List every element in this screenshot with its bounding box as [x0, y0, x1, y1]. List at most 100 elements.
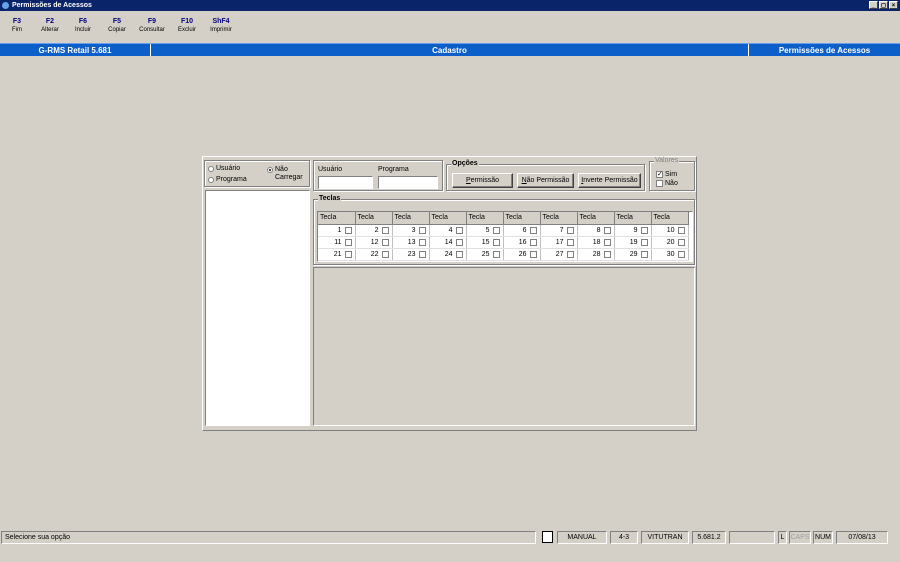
tecla-cell: 27 — [540, 248, 578, 261]
fkey-label: Alterar — [41, 27, 59, 33]
fkey-key: F10 — [180, 18, 194, 25]
fkey-key: ShF4 — [212, 18, 230, 25]
fkey-key: F6 — [78, 18, 88, 25]
tecla-checkbox[interactable] — [381, 238, 389, 246]
tecla-checkbox[interactable] — [455, 226, 463, 234]
status-mode: MANUAL — [557, 531, 607, 544]
radio-programa[interactable]: Programa — [208, 176, 247, 184]
tecla-cell: 29 — [614, 248, 652, 261]
tecla-checkbox[interactable] — [566, 250, 574, 258]
inverte-permissao-button[interactable]: Inverte Permissão — [578, 173, 641, 188]
tecla-checkbox[interactable] — [381, 250, 389, 258]
tecla-checkbox[interactable] — [455, 250, 463, 258]
tecla-checkbox[interactable] — [418, 226, 426, 234]
tecla-number: 18 — [592, 238, 601, 246]
tecla-number: 23 — [407, 250, 416, 258]
nao-checkbox[interactable]: Não — [656, 180, 678, 188]
status-date: 07/08/13 — [836, 531, 888, 544]
tecla-number: 20 — [666, 238, 675, 246]
left-list[interactable] — [205, 190, 310, 426]
tecla-checkbox[interactable] — [603, 238, 611, 246]
sim-checkbox[interactable]: ✓ Sim — [656, 171, 677, 179]
tecla-column-header: Tecla — [577, 212, 615, 225]
fkey-copiar-button[interactable]: F5 Copiar — [100, 17, 134, 35]
status-user: VITUTRAN — [641, 531, 689, 544]
fkey-consultar-button[interactable]: F9 Consultar — [134, 17, 170, 35]
nao-permissao-button[interactable]: Não Permissão — [517, 173, 574, 188]
tecla-checkbox[interactable] — [344, 238, 352, 246]
status-message: Selecione sua opção — [1, 531, 536, 544]
tecla-checkbox[interactable] — [640, 250, 648, 258]
tecla-cell: 21 — [318, 248, 356, 261]
teclas-group: Teclas Tecla Tecla Tecla Tecla Tecla Tecla Tec… — [313, 195, 695, 265]
tecla-checkbox[interactable] — [492, 226, 500, 234]
permissao-button[interactable]: Permissão — [452, 173, 513, 188]
radio-usuario[interactable]: Usuário — [208, 165, 240, 173]
tecla-checkbox[interactable] — [344, 226, 352, 234]
tecla-checkbox[interactable] — [529, 226, 537, 234]
opcoes-title: Opções — [451, 160, 479, 167]
tecla-cell: 6 — [503, 224, 541, 237]
status-version: 5.681.2 — [692, 531, 726, 544]
status-bar: Selecione sua opção MANUAL 4-3 VITUTRAN … — [0, 530, 900, 545]
tecla-column-header: Tecla — [651, 212, 689, 225]
minimize-button[interactable]: _ — [869, 1, 878, 9]
nao-label: Não — [665, 180, 678, 187]
tecla-checkbox[interactable] — [492, 238, 500, 246]
maximize-button[interactable]: ◻ — [879, 1, 888, 9]
table-row: 1 2 3 4 5 6 7 8 9 10 — [318, 224, 689, 237]
content-area — [313, 267, 695, 426]
tecla-number: 9 — [633, 226, 638, 234]
tecla-number: 19 — [629, 238, 638, 246]
tecla-checkbox[interactable] — [381, 226, 389, 234]
tecla-checkbox[interactable] — [566, 238, 574, 246]
tecla-checkbox[interactable] — [529, 238, 537, 246]
tecla-column-header: Tecla — [540, 212, 578, 225]
tecla-number: 10 — [666, 226, 675, 234]
tecla-checkbox[interactable] — [566, 226, 574, 234]
status-num: NUM — [813, 531, 833, 544]
programa-label: Programa — [378, 166, 409, 173]
tecla-cell: 26 — [503, 248, 541, 261]
filter-group: Usuário Programa — [313, 160, 443, 191]
section-name: Cadastro — [432, 46, 467, 55]
fkey-label: Imprimir — [210, 27, 232, 33]
tecla-checkbox[interactable] — [677, 238, 685, 246]
tecla-number: 29 — [629, 250, 638, 258]
tecla-number: 25 — [481, 250, 490, 258]
tecla-checkbox[interactable] — [603, 250, 611, 258]
tecla-checkbox[interactable] — [418, 238, 426, 246]
status-code: 4-3 — [610, 531, 638, 544]
radio-nao-carregar[interactable]: Não Carregar — [267, 166, 307, 182]
tecla-cell: 25 — [466, 248, 504, 261]
tecla-checkbox[interactable] — [603, 226, 611, 234]
usuario-input[interactable] — [318, 176, 373, 189]
tecla-checkbox[interactable] — [529, 250, 537, 258]
tecla-column-header: Tecla — [318, 212, 356, 225]
function-key-toolbar: F3 Fim F2 Alterar F6 Incluir F5 Copiar F… — [0, 17, 238, 35]
fkey-alterar-button[interactable]: F2 Alterar — [34, 17, 66, 35]
fkey-incluir-button[interactable]: F6 Incluir — [66, 17, 100, 35]
tecla-checkbox[interactable] — [677, 226, 685, 234]
tecla-number: 22 — [370, 250, 379, 258]
tecla-checkbox[interactable] — [418, 250, 426, 258]
window-title: Permissões de Acessos — [12, 2, 92, 9]
fkey-fim-button[interactable]: F3 Fim — [0, 17, 34, 35]
tecla-cell: 2 — [355, 224, 393, 237]
close-button[interactable]: × — [889, 1, 898, 9]
fkey-excluir-button[interactable]: F10 Excluir — [170, 17, 204, 35]
tecla-cell: 9 — [614, 224, 652, 237]
tecla-number: 11 — [334, 238, 342, 246]
radio-nao-carregar-label: Não Carregar — [275, 166, 303, 181]
programa-input[interactable] — [378, 176, 438, 189]
tecla-checkbox[interactable] — [344, 250, 352, 258]
tecla-checkbox[interactable] — [455, 238, 463, 246]
tecla-checkbox[interactable] — [640, 238, 648, 246]
fkey-imprimir-button[interactable]: ShF4 Imprimir — [204, 17, 238, 35]
tecla-checkbox[interactable] — [492, 250, 500, 258]
tecla-column-header: Tecla — [466, 212, 504, 225]
tecla-checkbox[interactable] — [677, 250, 685, 258]
tecla-checkbox[interactable] — [640, 226, 648, 234]
tecla-cell: 4 — [429, 224, 467, 237]
tecla-number: 16 — [518, 238, 527, 246]
